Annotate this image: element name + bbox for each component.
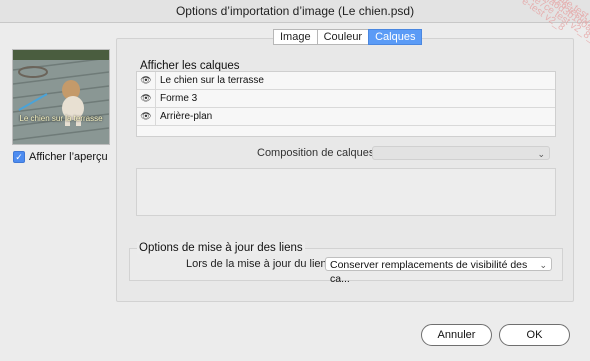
layer-name: Forme 3: [160, 93, 198, 104]
layer-name: Arrière-plan: [160, 111, 213, 122]
preview-photo: [13, 50, 109, 144]
layer-row[interactable]: 👁 Forme 3: [137, 90, 555, 108]
show-preview-checkbox[interactable]: ✓: [13, 151, 25, 163]
update-link-label: Lors de la mise à jour du lien :: [186, 258, 333, 270]
cancel-button[interactable]: Annuler: [421, 324, 492, 346]
layers-list: 👁 Le chien sur la terrasse 👁 Forme 3 👁 A…: [136, 71, 556, 137]
show-preview-label: Afficher l’aperçu: [29, 151, 108, 163]
tab-couleur[interactable]: Couleur: [316, 29, 369, 45]
show-preview-row[interactable]: ✓ Afficher l’aperçu: [13, 151, 108, 163]
layer-name: Le chien sur la terrasse: [160, 75, 264, 86]
tab-image[interactable]: Image: [273, 29, 317, 45]
update-link-select[interactable]: Conserver remplacements de visibilité de…: [325, 257, 552, 285]
composition-comment-area: [136, 168, 556, 216]
window-title: Options d’importation d’image (Le chien.…: [0, 0, 590, 23]
links-section-title: Options de mise à jour des liens: [137, 242, 305, 254]
eye-icon[interactable]: 👁: [137, 72, 155, 89]
layer-row[interactable]: 👁 Arrière-plan: [137, 108, 555, 126]
layer-row[interactable]: 👁 Le chien sur la terrasse: [137, 72, 555, 90]
tab-calques[interactable]: Calques: [368, 29, 423, 45]
tab-bar: Image Couleur Calques: [273, 29, 423, 45]
image-preview: Le chien sur la terrasse: [12, 49, 110, 145]
composition-select[interactable]: ⌄: [372, 146, 550, 160]
chevron-down-icon: ⌄: [539, 260, 547, 270]
eye-icon[interactable]: 👁: [137, 108, 155, 125]
composition-label: Composition de calques :: [257, 147, 381, 159]
ok-button[interactable]: OK: [499, 324, 570, 346]
preview-caption: Le chien sur la terrasse: [19, 114, 103, 123]
eye-icon[interactable]: 👁: [137, 90, 155, 107]
chevron-down-icon: ⌄: [537, 149, 545, 159]
